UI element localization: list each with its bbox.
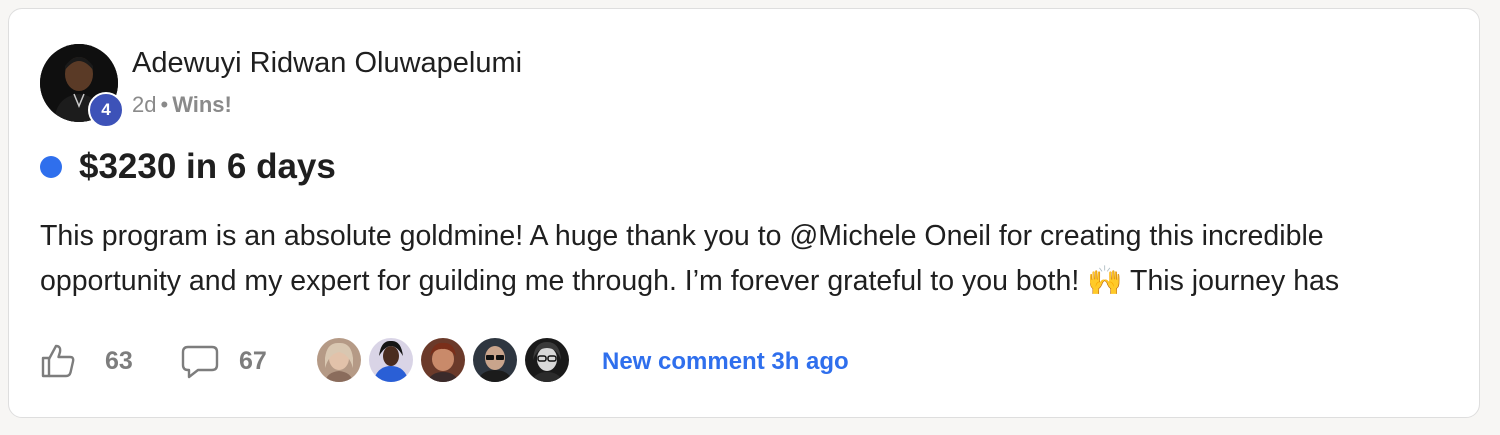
commenter-avatar[interactable]	[315, 336, 363, 384]
unread-dot-icon	[40, 156, 62, 178]
author-avatar[interactable]: 4	[40, 44, 124, 128]
post-card[interactable]: 4 Adewuyi Ridwan Oluwapelumi 2d • Wins! $3…	[8, 8, 1480, 418]
commenter-avatar[interactable]	[419, 336, 467, 384]
comment-count: 67	[239, 347, 267, 375]
post-time: 2d	[132, 92, 157, 117]
new-comment-link[interactable]: New comment 3h ago	[602, 348, 849, 376]
post-title[interactable]: $3230 in 6 days	[79, 147, 336, 187]
commenter-avatar[interactable]	[471, 336, 519, 384]
post-meta: 2d • Wins!	[132, 92, 232, 118]
thumbs-up-icon[interactable]	[40, 343, 76, 379]
speech-bubble-icon[interactable]	[181, 344, 219, 380]
commenter-avatar[interactable]	[367, 336, 415, 384]
post-footer: 63 67 New comment 3h ago	[40, 335, 1460, 387]
post-category[interactable]: Wins!	[172, 92, 232, 117]
meta-separator: •	[160, 92, 169, 117]
author-name[interactable]: Adewuyi Ridwan Oluwapelumi	[132, 47, 522, 80]
post-title-row[interactable]: $3230 in 6 days	[40, 147, 336, 187]
post-body[interactable]: This program is an absolute goldmine! A …	[40, 214, 1460, 304]
level-badge: 4	[88, 92, 124, 128]
like-count: 63	[105, 347, 133, 375]
commenter-avatar[interactable]	[523, 336, 571, 384]
